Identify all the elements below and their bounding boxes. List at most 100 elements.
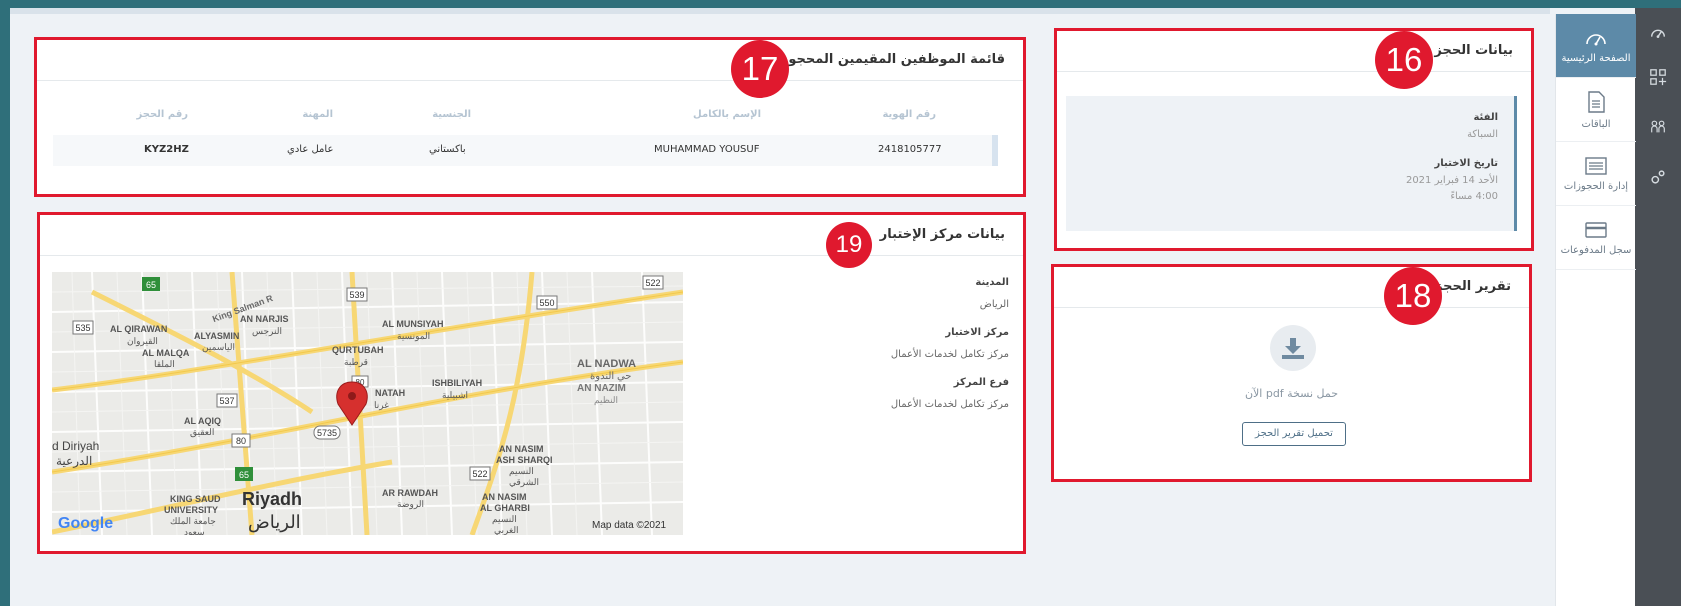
document-icon: [1588, 90, 1605, 113]
map[interactable]: 65 65 539 522 535 550 537 80 5735 522 80…: [52, 272, 683, 535]
map-label: قرطبة: [344, 357, 368, 368]
map-copyright: Map data ©2021: [592, 520, 667, 531]
map-label: ASH SHARQI: [496, 455, 553, 465]
sidebar-item-label: سجل المدفوعات: [1560, 244, 1632, 256]
route-shield: 65: [239, 470, 249, 480]
panel-separator: [40, 255, 1023, 256]
settings-icon[interactable]: [1635, 154, 1681, 200]
panel-separator: [1054, 307, 1529, 308]
column-header-profession: المهنة: [302, 109, 333, 120]
map-label: AL MALQA: [142, 348, 190, 358]
column-header-booking: رقم الحجز: [136, 109, 188, 120]
map-label: القيروان: [127, 336, 158, 347]
download-hint: حمل نسخة pdf الآن: [1244, 387, 1339, 400]
test-date-label: تاريخ الاختبار: [1434, 158, 1498, 169]
apps-add-icon[interactable]: [1635, 54, 1681, 100]
map-label: Riyadh: [242, 489, 302, 509]
sidebar-item-label: الباقات: [1581, 118, 1611, 130]
map-label: الدرعية: [56, 454, 92, 468]
speedometer-icon[interactable]: [1635, 10, 1681, 56]
sidebar-item-packages[interactable]: الباقات: [1556, 78, 1636, 142]
route-shield: 537: [219, 396, 234, 406]
map-label: QURTUBAH: [332, 345, 384, 355]
route-shield: 5735: [317, 428, 337, 438]
icon-rail: [1635, 8, 1681, 606]
panel-separator: [37, 80, 1023, 81]
city-label: المدينة: [975, 277, 1009, 288]
google-logo: Google: [58, 515, 113, 532]
cell-nationality: باكستاني: [429, 144, 466, 155]
booking-report-panel: تقرير الحجز 18 حمل نسخة pdf الآن تحميل ت…: [1051, 264, 1532, 482]
center-value: مركز تكامل لخدمات الأعمال: [890, 349, 1009, 360]
map-label: الشرقي: [509, 477, 539, 488]
table-row[interactable]: 2418105777 MUHAMMAD YOUSUF باكستاني عامل…: [53, 135, 998, 166]
list-icon: [1585, 156, 1607, 175]
card-icon: [1585, 221, 1607, 238]
map-label: الياسمين: [202, 342, 235, 353]
sidebar-item-payments[interactable]: سجل المدفوعات: [1556, 206, 1636, 270]
route-shield: 65: [146, 280, 156, 290]
cell-booking-number: KYZ2HZ: [144, 144, 189, 155]
city-value: الرياض: [979, 299, 1009, 310]
sidebar-item-home[interactable]: الصفحة الرئيسية: [1556, 14, 1636, 78]
map-label: الروضة: [397, 499, 424, 510]
map-label: الغربي: [494, 525, 519, 535]
map-label: النظيم: [594, 395, 618, 406]
top-strip: [10, 8, 1550, 14]
route-shield: 535: [75, 323, 90, 333]
annotation-badge: 18: [1384, 267, 1442, 325]
map-label: AR RAWDAH: [382, 488, 438, 498]
route-shield: 550: [539, 298, 554, 308]
booking-info-box: الفئة السباكة تاريخ الاختبار الأحد 14 فب…: [1066, 96, 1517, 231]
map-label: النرجس: [252, 326, 282, 337]
map-label: غرنا: [374, 400, 389, 411]
employees-panel: قائمة الموظفين المقيمين المحجوز لهم 17 ر…: [34, 37, 1026, 197]
test-time-value: 4:00 مساءً: [1450, 191, 1498, 202]
map-label: AL MUNSIYAH: [382, 319, 444, 329]
people-icon[interactable]: [1635, 104, 1681, 150]
map-label: AN NASIM: [499, 444, 544, 454]
annotation-badge: 17: [731, 40, 789, 98]
test-center-panel: بيانات مركز الإختبار 19 المدينة الرياض م…: [37, 212, 1026, 554]
sidebar-item-label: الصفحة الرئيسية: [1561, 52, 1631, 64]
map-label: الرياض: [248, 512, 301, 533]
panel-title: بيانات الحجز: [1434, 43, 1513, 58]
map-label: اشبيلية: [442, 390, 468, 400]
panel-title: قائمة الموظفين المقيمين المحجوز لهم: [752, 52, 1005, 67]
map-label: UNIVERSITY: [164, 505, 218, 515]
map-label: AN NASIM: [482, 492, 527, 502]
route-shield: 522: [645, 278, 660, 288]
panel-title: بيانات مركز الإختبار: [879, 227, 1005, 242]
panel-title: تقرير الحجز: [1435, 279, 1511, 294]
route-shield: 522: [472, 469, 487, 479]
map-label: KING SAUD: [170, 494, 221, 504]
map-label: NATAH: [375, 388, 405, 398]
cell-profession: عامل عادي: [287, 144, 334, 155]
route-shield: 539: [349, 290, 364, 300]
map-label: حي الندوة: [590, 371, 631, 382]
download-report-button[interactable]: تحميل تقرير الحجز: [1242, 422, 1346, 446]
sidebar: الصفحة الرئيسية الباقات إدارة الحجوزات س…: [1555, 14, 1636, 606]
test-date-value: الأحد 14 فبراير 2021: [1405, 175, 1498, 186]
map-label: جامعة الملك: [170, 516, 216, 526]
column-header-nationality: الجنسية: [432, 109, 471, 120]
panel-separator: [1057, 71, 1531, 72]
map-label: المونسية: [397, 331, 430, 342]
annotation-badge: 19: [826, 222, 872, 268]
center-label: مركز الاختبار: [945, 327, 1009, 338]
map-label: d Diriyah: [52, 439, 99, 453]
map-label: AL QIRAWAN: [110, 324, 167, 334]
annotation-badge: 16: [1375, 31, 1433, 89]
download-icon[interactable]: [1270, 325, 1316, 371]
map-label: العقيق: [190, 427, 214, 438]
sidebar-item-bookings[interactable]: إدارة الحجوزات: [1556, 142, 1636, 206]
column-header-id: رقم الهوية: [882, 109, 936, 120]
route-shield: 80: [236, 436, 246, 446]
map-label: النسيم: [492, 514, 517, 525]
map-label: ISHBILIYAH: [432, 378, 482, 388]
map-label: الملقا: [154, 359, 175, 369]
map-label: سعود: [184, 527, 205, 535]
column-header-name: الإسم بالكامل: [693, 109, 761, 120]
cell-name: MUHAMMAD YOUSUF: [654, 144, 760, 155]
map-label: AN NARJIS: [240, 314, 289, 324]
